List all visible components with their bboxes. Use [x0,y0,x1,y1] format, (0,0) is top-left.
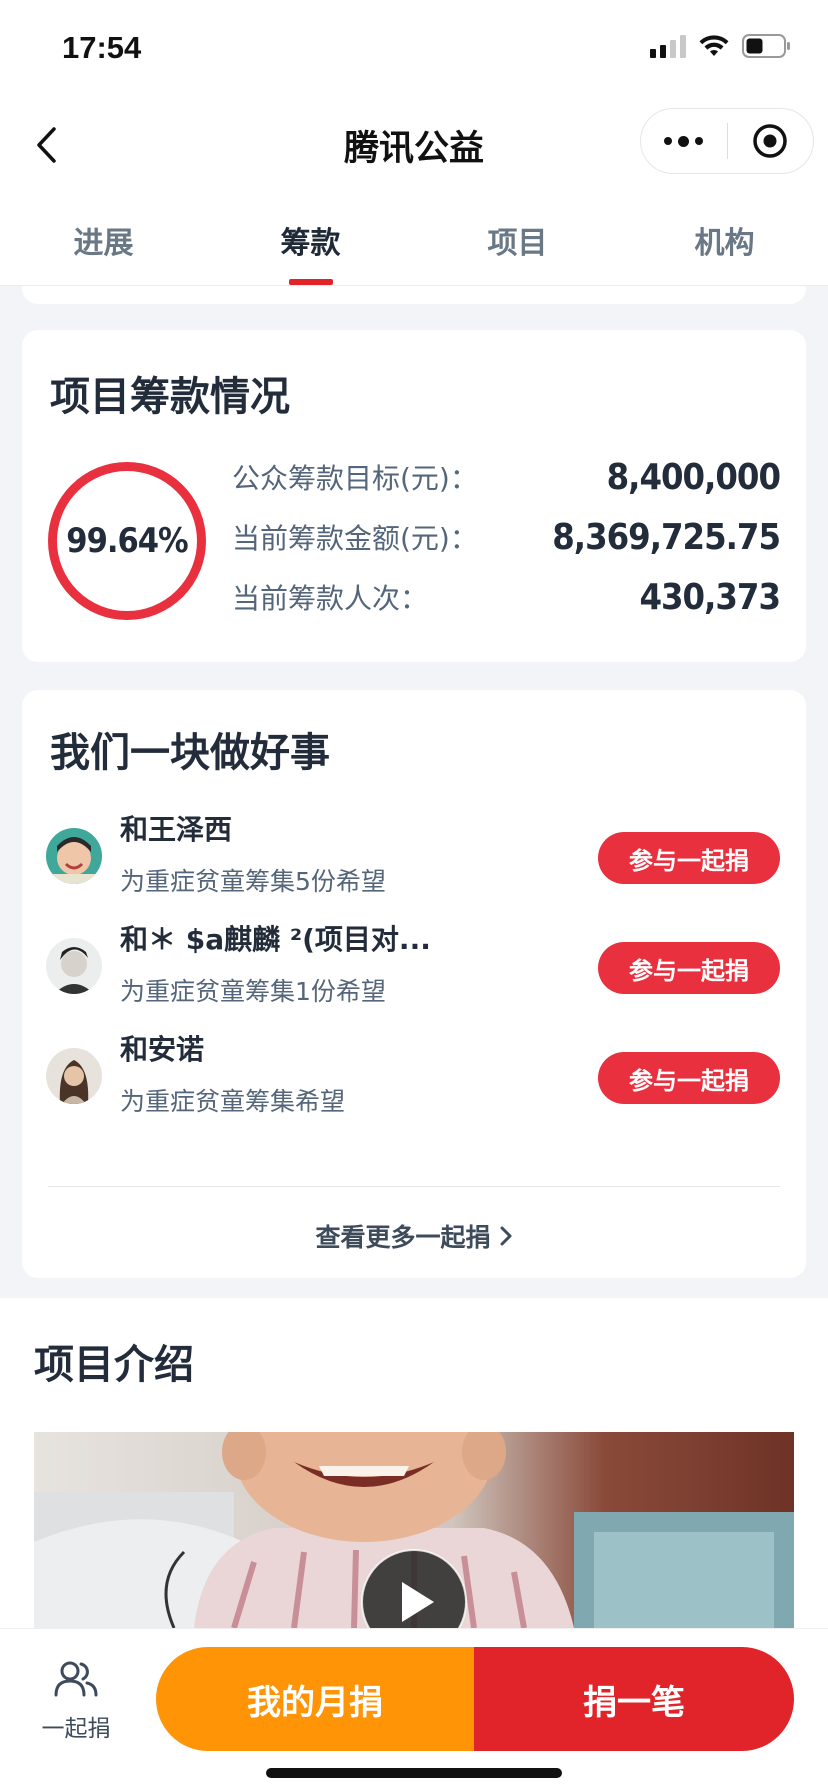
intro-title: 项目介绍 [34,1342,194,1388]
status-bar: 17:54 [0,0,828,100]
view-more-label: 查看更多一起捐 [315,1223,491,1252]
list-item: 和安诺 为重症贫童筹集希望 参与一起捐 [22,1022,806,1132]
donor-name: 和＊ $a麒麟 ²(项目对... [120,923,431,956]
together-donate-tab[interactable]: 一起捐 [36,1659,116,1743]
donor-description: 为重症贫童筹集1份希望 [120,977,386,1006]
tab-project[interactable]: 项目 [414,190,621,285]
divider [48,1186,780,1187]
status-icons [650,34,792,58]
join-donate-button[interactable]: 参与一起捐 [598,832,780,884]
stat-value: 430,373 [639,576,781,618]
avatar [46,828,102,884]
status-time: 17:54 [62,30,142,65]
stat-label: 公众筹款目标(元)： [232,462,478,495]
donor-name: 和安诺 [120,1033,205,1066]
people-icon [54,1661,98,1697]
donate-button[interactable]: 捐一笔 [474,1647,794,1751]
project-intro-section: 项目介绍 [0,1298,828,1628]
tab-fundraising[interactable]: 筹款 [207,190,414,285]
fundraising-status-card: 项目筹款情况 99.64% 公众筹款目标(元)： 8,400,000 当前筹款金… [22,330,806,662]
donate-together-card: 我们一块做好事 和王泽西 为重症贫童筹集5份希望 参与一起捐 和＊ $a麒麟 ²… [22,690,806,1278]
list-item: 和＊ $a麒麟 ²(项目对... 为重症贫童筹集1份希望 参与一起捐 [22,912,806,1022]
chevron-right-icon [500,1226,511,1246]
donor-description: 为重症贫童筹集希望 [120,1087,346,1116]
donor-description: 为重症贫童筹集5份希望 [120,867,386,896]
stat-row-donors: 当前筹款人次： 430,373 [232,572,781,622]
stat-row-target: 公众筹款目标(元)： 8,400,000 [232,452,781,502]
tab-progress[interactable]: 进展 [0,190,207,285]
stat-value: 8,400,000 [606,456,781,498]
close-mini-program-button[interactable] [728,109,814,173]
avatar [46,1048,102,1104]
together-tab-label: 一起捐 [41,1716,111,1742]
view-more-link[interactable]: 查看更多一起捐 [22,1218,806,1254]
fundraising-title: 项目筹款情况 [50,374,290,420]
cellular-signal-icon [650,34,686,58]
action-buttons: 我的月捐 捐一笔 [156,1647,794,1751]
stat-label: 当前筹款金额(元)： [232,522,478,555]
intro-video-thumbnail[interactable] [34,1432,794,1628]
progress-percent: 99.64% [66,521,188,561]
stat-row-amount: 当前筹款金额(元)： 8,369,725.75 [232,512,781,562]
avatar [46,938,102,994]
list-item: 和王泽西 为重症贫童筹集5份希望 参与一起捐 [22,802,806,912]
more-button[interactable] [641,109,727,173]
nav-bar: 腾讯公益 [0,100,828,190]
battery-icon [742,34,792,58]
home-indicator [266,1768,562,1778]
previous-card-edge [22,286,806,304]
donor-name: 和王泽西 [120,813,233,846]
together-title: 我们一块做好事 [50,730,330,776]
join-donate-button[interactable]: 参与一起捐 [598,942,780,994]
target-icon [753,124,787,158]
join-donate-button[interactable]: 参与一起捐 [598,1052,780,1104]
progress-ring: 99.64% [48,462,206,620]
tab-bar: 进展 筹款 项目 机构 [0,190,828,286]
wifi-icon [698,34,730,58]
stat-value: 8,369,725.75 [552,516,781,558]
monthly-donation-button[interactable]: 我的月捐 [156,1647,474,1751]
tab-organization[interactable]: 机构 [621,190,828,285]
stat-label: 当前筹款人次： [232,582,429,615]
mini-program-capsule [640,108,814,174]
